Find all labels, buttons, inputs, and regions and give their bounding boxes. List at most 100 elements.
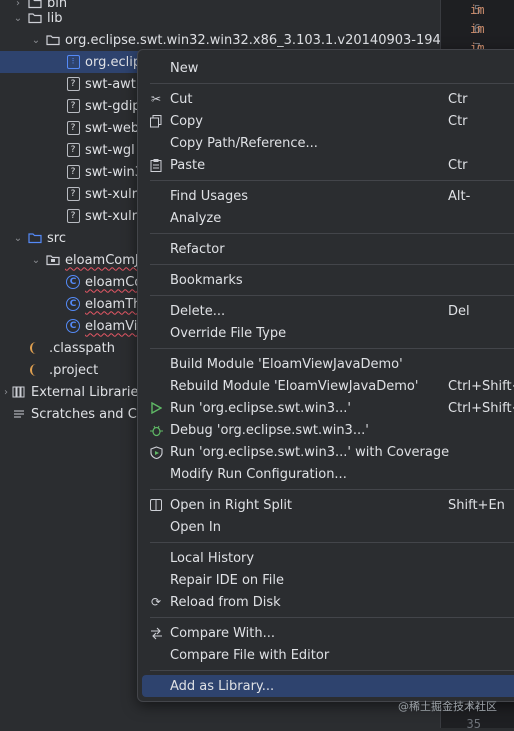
tree-row-scratches[interactable]: Scratches and Co — [0, 403, 145, 425]
menu-separator — [150, 233, 514, 234]
tree-row-swt-package[interactable]: ⌄ org.eclipse.swt.win32.win32.x86_3.103.… — [0, 29, 449, 51]
tree-row-external-libraries[interactable]: › External Libraries — [0, 381, 145, 403]
tree-row-class[interactable]: C eloamTh — [0, 293, 141, 315]
tree-row-classpath[interactable]: .classpath — [0, 337, 115, 359]
menu-item-compare-with-editor[interactable]: Compare File with Editor — [142, 644, 514, 666]
package-icon — [46, 253, 60, 267]
menu-item-open-in[interactable]: Open In — [142, 516, 514, 538]
tree-row-lib[interactable]: ⌄ lib — [0, 7, 63, 29]
code-fragment[interactable]: im — [470, 3, 484, 17]
menu-item-reload-from-disk[interactable]: ⟳ Reload from Disk — [142, 591, 514, 613]
debug-bug-icon — [149, 423, 163, 437]
menu-item-copy[interactable]: Copy Ctr — [142, 110, 514, 132]
menu-item-compare-with[interactable]: Compare With... — [142, 622, 514, 644]
class-icon: C — [66, 319, 80, 333]
menu-item-refactor[interactable]: Refactor — [142, 238, 514, 260]
unknown-file-icon: ? — [66, 143, 80, 157]
tree-row-class[interactable]: C eloamCo — [0, 271, 142, 293]
paste-icon — [149, 158, 163, 172]
folder-icon — [28, 11, 42, 25]
library-icon — [12, 385, 26, 399]
menu-separator — [150, 489, 514, 490]
tree-row-file[interactable]: ? swt-xulr — [0, 183, 137, 205]
chevron-down-icon[interactable]: ⌄ — [30, 34, 42, 46]
tree-label: .classpath — [49, 340, 115, 356]
menu-item-new[interactable]: New — [142, 57, 514, 79]
menu-item-repair-ide[interactable]: Repair IDE on File — [142, 569, 514, 591]
menu-separator — [150, 83, 514, 84]
tree-label: swt-web — [85, 120, 140, 136]
tree-row-package[interactable]: ⌄ eloamComJ — [0, 249, 139, 271]
context-menu[interactable]: New ✂ Cut Ctr Copy Ctr Copy Path/Referen… — [137, 49, 514, 702]
menu-item-rebuild-module[interactable]: Rebuild Module 'EloamViewJavaDemo' Ctrl+… — [142, 375, 514, 397]
scissors-icon: ✂ — [150, 92, 162, 106]
tree-label: .project — [49, 362, 99, 378]
tree-row-class[interactable]: C eloamVie — [0, 315, 145, 337]
unknown-file-icon: ? — [66, 99, 80, 113]
tree-row-project-file[interactable]: .project — [0, 359, 98, 381]
chevron-down-icon[interactable]: ⌄ — [12, 12, 24, 24]
tree-label: eloamComJ — [65, 252, 139, 268]
tree-label: eloamCo — [85, 274, 143, 290]
menu-item-build-module[interactable]: Build Module 'EloamViewJavaDemo' — [142, 353, 514, 375]
tree-row-src[interactable]: ⌄ src — [0, 227, 66, 249]
menu-item-find-usages[interactable]: Find Usages Alt- — [142, 185, 514, 207]
menu-separator — [150, 617, 514, 618]
tree-label: swt-xulr — [85, 208, 138, 224]
unknown-file-icon: ? — [66, 121, 80, 135]
menu-item-paste[interactable]: Paste Ctr — [142, 154, 514, 176]
menu-separator — [150, 264, 514, 265]
unknown-file-icon: ? — [66, 187, 80, 201]
menu-item-run[interactable]: Run 'org.eclipse.swt.win3...' Ctrl+Shift… — [142, 397, 514, 419]
split-view-icon — [149, 498, 163, 512]
config-file-icon — [30, 363, 44, 377]
compare-icon — [149, 626, 163, 640]
menu-item-run-with-coverage[interactable]: Run 'org.eclipse.swt.win3...' with Cover… — [142, 441, 514, 463]
menu-item-analyze[interactable]: Analyze — [142, 207, 514, 229]
tree-label: Scratches and Co — [31, 406, 145, 422]
coverage-icon — [149, 445, 163, 459]
tree-row-file[interactable]: ? swt-gdip — [0, 95, 141, 117]
tree-label: src — [47, 230, 66, 246]
tree-row-file[interactable]: ? swt-xulr — [0, 205, 137, 227]
tree-label: lib — [47, 10, 63, 26]
menu-item-debug[interactable]: Debug 'org.eclipse.swt.win3...' — [142, 419, 514, 441]
menu-item-open-right-split[interactable]: Open in Right Split Shift+En — [142, 494, 514, 516]
menu-item-cut[interactable]: ✂ Cut Ctr — [142, 88, 514, 110]
menu-item-modify-run-config[interactable]: Modify Run Configuration... — [142, 463, 514, 485]
menu-separator — [150, 348, 514, 349]
menu-separator — [150, 180, 514, 181]
menu-separator — [150, 542, 514, 543]
source-folder-icon — [28, 231, 42, 245]
unknown-file-icon: ? — [66, 209, 80, 223]
tree-row-file[interactable]: ? swt-win3 — [0, 161, 143, 183]
reload-icon: ⟳ — [150, 595, 162, 609]
menu-item-delete[interactable]: Delete... Del — [142, 300, 514, 322]
menu-item-copy-path[interactable]: Copy Path/Reference... — [142, 132, 514, 154]
tree-label: swt-gdip — [85, 98, 141, 114]
code-fragment[interactable]: im — [470, 22, 484, 36]
tree-label: org.eclip — [85, 54, 142, 70]
unknown-file-icon: ? — [66, 77, 80, 91]
unknown-file-icon: ? — [66, 165, 80, 179]
tree-label: swt-xulr — [85, 186, 138, 202]
tree-row-file[interactable]: ? swt-awt — [0, 73, 136, 95]
tree-label: swt-win3 — [85, 164, 143, 180]
tree-row-file[interactable]: ? swt-wgl — [0, 139, 135, 161]
scratches-icon — [12, 407, 26, 421]
class-icon: C — [66, 275, 80, 289]
menu-item-add-as-library[interactable]: Add as Library... — [142, 675, 514, 697]
tree-label: External Libraries — [31, 384, 146, 400]
tree-row-file[interactable]: ? swt-web — [0, 117, 139, 139]
config-file-icon — [30, 341, 44, 355]
chevron-down-icon[interactable]: ⌄ — [30, 254, 42, 266]
watermark: @稀土掘金技术社区 — [398, 700, 497, 713]
menu-item-local-history[interactable]: Local History — [142, 547, 514, 569]
menu-separator — [150, 670, 514, 671]
menu-item-override-file-type[interactable]: Override File Type — [142, 322, 514, 344]
chevron-right-icon[interactable]: › — [0, 386, 12, 398]
class-icon: C — [66, 297, 80, 311]
menu-item-bookmarks[interactable]: Bookmarks — [142, 269, 514, 291]
chevron-down-icon[interactable]: ⌄ — [12, 232, 24, 244]
menu-separator — [150, 295, 514, 296]
